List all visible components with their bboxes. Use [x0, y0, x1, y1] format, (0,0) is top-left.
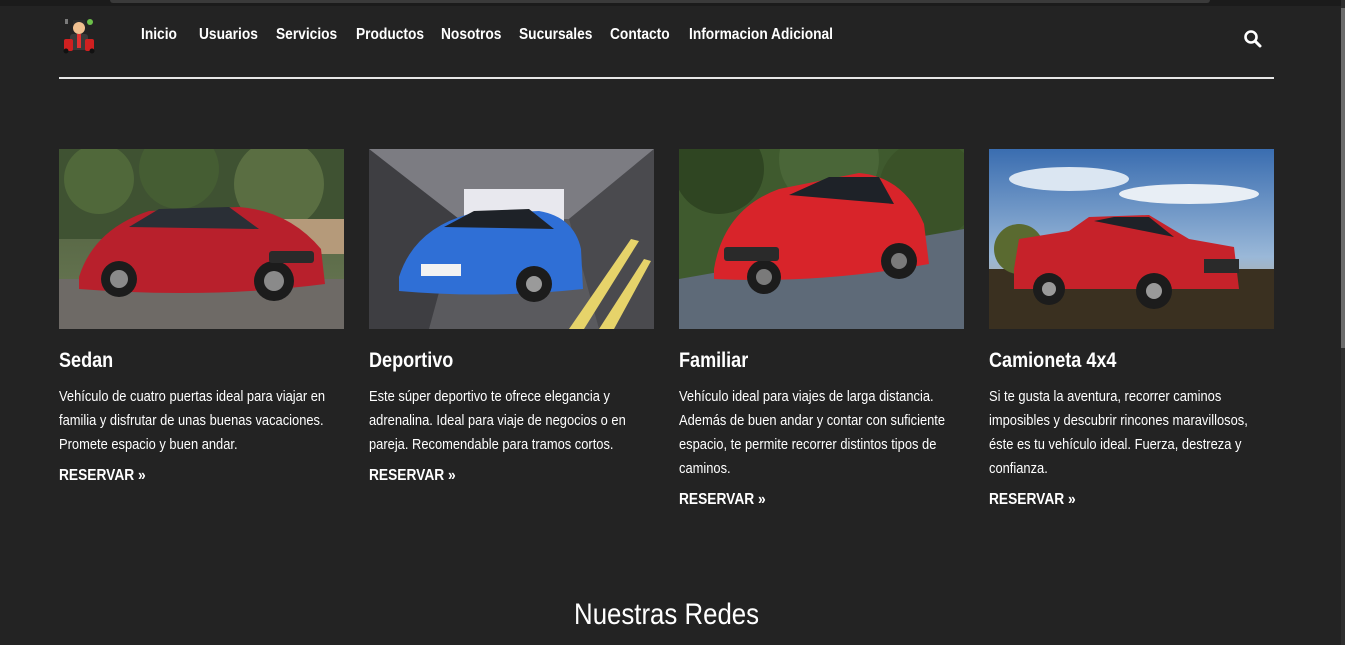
- browser-top-strip: [0, 0, 1345, 6]
- nav-divider: [59, 77, 1274, 79]
- nav-servicios[interactable]: Servicios: [276, 26, 337, 44]
- nav-productos[interactable]: Productos: [356, 26, 424, 44]
- scrollbar-thumb[interactable]: [1341, 8, 1345, 348]
- card-title-camioneta: Camioneta 4x4: [989, 349, 1117, 372]
- nav-inicio[interactable]: Inicio: [141, 26, 177, 44]
- camioneta-image: [989, 149, 1274, 329]
- section-title-redes: Nuestras Redes: [0, 598, 1333, 632]
- product-card-deportivo: Deportivo Este súper deportivo te ofrece…: [369, 149, 654, 485]
- nav-sucursales[interactable]: Sucursales: [519, 26, 592, 44]
- nav-contacto[interactable]: Contacto: [610, 26, 670, 44]
- browser-top-line: [110, 0, 1210, 3]
- card-title-deportivo: Deportivo: [369, 349, 454, 372]
- car-dealer-logo[interactable]: [59, 14, 107, 62]
- nav-informacion-adicional[interactable]: Informacion Adicional: [689, 26, 833, 44]
- card-desc-deportivo: Este súper deportivo te ofrece elegancia…: [369, 388, 626, 453]
- card-desc-camioneta: Si te gusta la aventura, recorrer camino…: [989, 388, 1248, 477]
- reserve-link-familiar[interactable]: RESERVAR »: [679, 491, 766, 509]
- deportivo-image: [369, 149, 654, 329]
- card-desc-familiar: Vehículo ideal para viajes de larga dist…: [679, 388, 946, 477]
- main-nav: Inicio Usuarios Servicios Productos Noso…: [141, 26, 833, 44]
- reserve-link-camioneta[interactable]: RESERVAR »: [989, 491, 1076, 509]
- product-card-sedan: Sedan Vehículo de cuatro puertas ideal p…: [59, 149, 344, 485]
- section-title-text: Nuestras Redes: [573, 598, 759, 631]
- card-title-familiar: Familiar: [679, 349, 749, 372]
- familiar-image: [679, 149, 964, 329]
- sedan-image: [59, 149, 344, 329]
- nav-nosotros[interactable]: Nosotros: [441, 26, 501, 44]
- product-card-camioneta: Camioneta 4x4 Si te gusta la aventura, r…: [989, 149, 1274, 509]
- card-desc-sedan: Vehículo de cuatro puertas ideal para vi…: [59, 388, 326, 453]
- scrollbar[interactable]: [1341, 0, 1345, 645]
- navbar: Inicio Usuarios Servicios Productos Noso…: [59, 14, 1274, 64]
- card-title-sedan: Sedan: [59, 349, 114, 372]
- reserve-link-deportivo[interactable]: RESERVAR »: [369, 467, 456, 485]
- nav-usuarios[interactable]: Usuarios: [199, 26, 258, 44]
- search-icon[interactable]: [1243, 29, 1263, 49]
- product-card-familiar: Familiar Vehículo ideal para viajes de l…: [679, 149, 964, 509]
- reserve-link-sedan[interactable]: RESERVAR »: [59, 467, 146, 485]
